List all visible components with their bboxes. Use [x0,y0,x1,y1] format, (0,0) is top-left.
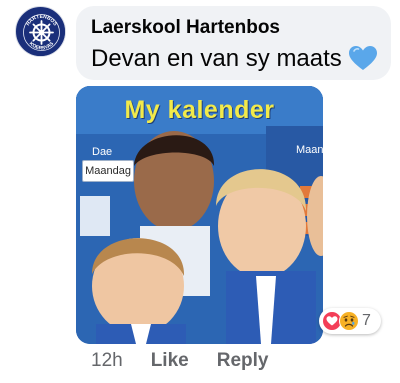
reaction-count: 7 [362,312,371,329]
board-word-right: Maande [296,144,323,156]
comment-photo[interactable]: My kalender Dae Maande Maandag [76,86,323,344]
ship-wheel-icon: HARTENBOS KOERSVAS [17,8,65,56]
board-word-left: Dae [92,146,113,158]
board-day-card: Maandag [82,160,134,182]
comment-bubble: Laerskool Hartenbos Devan en van sy maat… [76,6,391,80]
comment-actions: 12h Like Reply [91,348,268,374]
author-name[interactable]: Laerskool Hartenbos [91,16,377,40]
board-title: My kalender [124,96,275,124]
reactions-summary[interactable]: 7 [319,308,381,334]
like-button[interactable]: Like [151,348,189,374]
reply-button[interactable]: Reply [217,348,269,374]
page-avatar[interactable]: HARTENBOS KOERSVAS [15,6,66,57]
blue-heart-icon [348,46,377,72]
sad-reaction-icon [339,311,359,331]
comment-timestamp[interactable]: 12h [91,348,123,374]
comment-text: Devan en van sy maats [91,45,342,72]
